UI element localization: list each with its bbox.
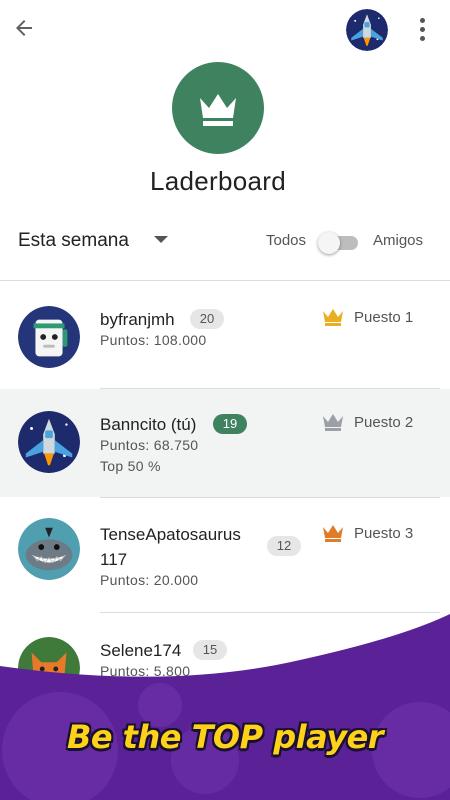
rank-text: Puesto 1 xyxy=(354,308,414,326)
rank-label: Puesto 1 xyxy=(322,306,413,328)
back-button[interactable] xyxy=(8,12,40,44)
player-points: Puntos: 108.000 xyxy=(100,332,207,348)
profile-avatar[interactable] xyxy=(346,9,388,51)
rank-label: Puesto 2 xyxy=(322,411,413,433)
page-title: Laderboard xyxy=(150,166,286,196)
player-avatar xyxy=(18,518,80,580)
shark-avatar-icon xyxy=(18,518,80,580)
rank-label: Puesto 3 xyxy=(322,522,413,544)
level-badge: 19 xyxy=(213,414,247,434)
crown-icon xyxy=(200,94,236,126)
spaceship-avatar-icon xyxy=(346,9,388,51)
leaderboard-crown-badge xyxy=(172,62,264,154)
player-avatar xyxy=(18,306,80,368)
player-top-percent: Top 50 % xyxy=(100,458,161,474)
leaderboard-row[interactable]: byfranjmh 20 Puntos: 108.000 Puesto 1 xyxy=(0,282,450,388)
leaderboard-row[interactable]: TenseApatosaurus 117 12 Puntos: 20.000 P… xyxy=(0,498,450,612)
friends-label: Amigos xyxy=(373,232,424,249)
divider xyxy=(0,280,450,281)
promo-text: Be the TOP player xyxy=(66,718,384,756)
promo-background xyxy=(0,614,450,800)
more-vert-icon xyxy=(419,17,425,23)
silver-crown-icon xyxy=(323,414,343,431)
rank-text: Puesto 3 xyxy=(354,524,414,542)
player-avatar xyxy=(18,411,80,473)
player-name: Banncito (tú) xyxy=(100,415,197,434)
all-label: Todos xyxy=(266,232,307,249)
gold-crown-icon xyxy=(323,309,343,326)
bronze-crown-icon xyxy=(323,525,343,542)
spaceship-avatar-icon xyxy=(18,411,80,473)
level-badge: 20 xyxy=(190,309,224,329)
leaderboard-row-current-user[interactable]: Banncito (tú) 19 Puntos: 68.750 Top 50 %… xyxy=(0,389,450,497)
robot-avatar-icon xyxy=(18,306,80,368)
period-dropdown[interactable]: Esta semana xyxy=(18,230,129,252)
friends-toggle[interactable] xyxy=(318,231,360,254)
player-points: Puntos: 68.750 xyxy=(100,437,199,453)
player-name: TenseApatosaurus 117 xyxy=(100,525,241,569)
player-points: Puntos: 20.000 xyxy=(100,572,199,588)
arrow-back-icon xyxy=(16,20,32,36)
promo-banner xyxy=(0,600,450,800)
rank-text: Puesto 2 xyxy=(354,413,414,431)
more-options-button[interactable] xyxy=(410,12,434,46)
level-badge: 12 xyxy=(267,536,301,556)
app-bar xyxy=(0,0,450,58)
player-name: byfranjmh xyxy=(100,310,175,329)
dropdown-arrow-icon[interactable] xyxy=(154,236,168,243)
filter-row: Esta semana Todos Amigos xyxy=(0,222,450,262)
